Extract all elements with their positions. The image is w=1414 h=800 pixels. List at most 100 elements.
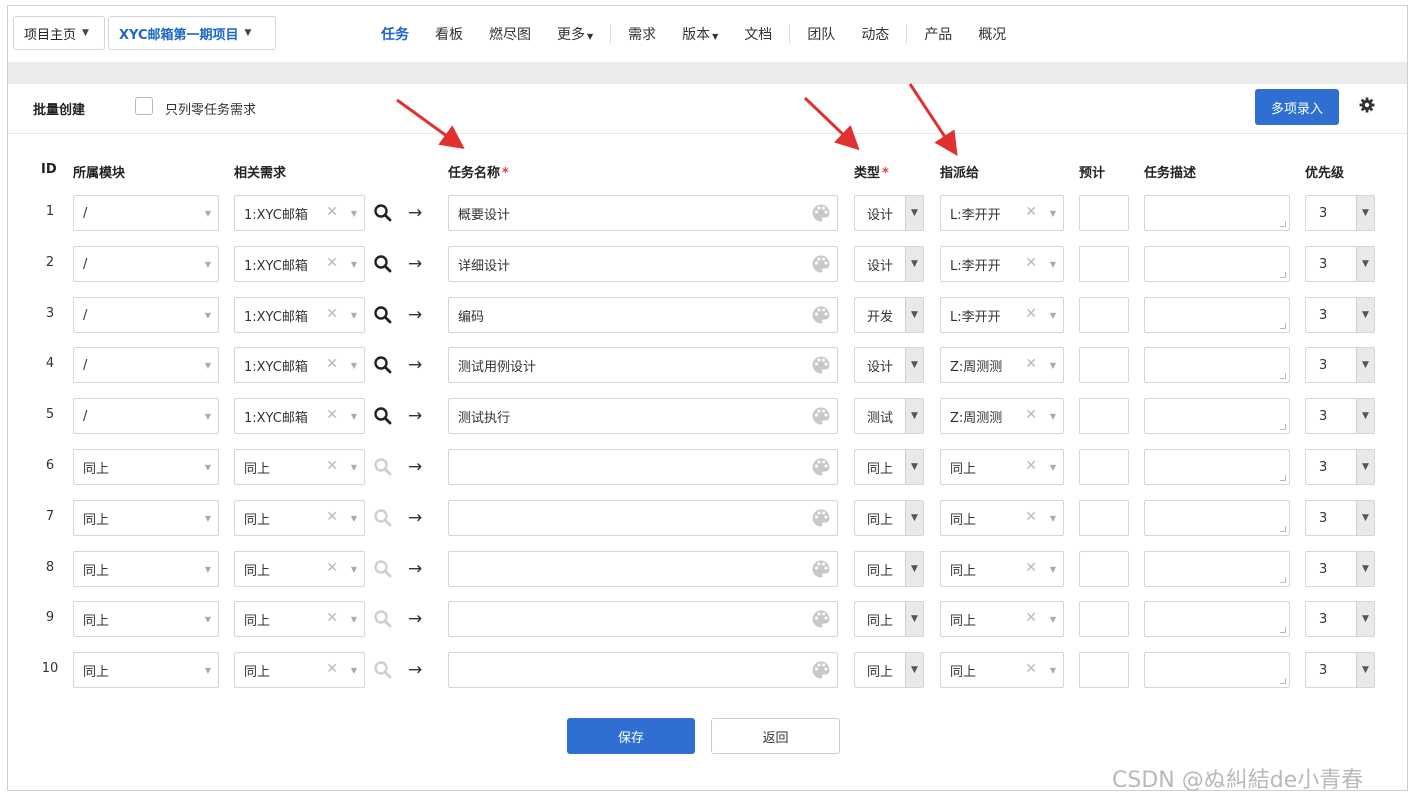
task-name-input[interactable]: [448, 551, 838, 587]
module-select[interactable]: / ▼: [73, 347, 219, 383]
type-select[interactable]: 同上 ▼: [854, 551, 924, 587]
estimate-input[interactable]: [1079, 500, 1129, 536]
copy-to-name-arrow-icon[interactable]: →: [408, 508, 422, 528]
clear-icon[interactable]: ✕: [1025, 610, 1037, 626]
type-select[interactable]: 设计 ▼: [854, 195, 924, 231]
search-icon[interactable]: [373, 254, 393, 274]
clear-icon[interactable]: ✕: [1025, 204, 1037, 220]
assignee-select[interactable]: 同上 ✕ ▼: [940, 601, 1064, 637]
description-textarea[interactable]: [1144, 347, 1290, 383]
resize-handle-icon[interactable]: [1280, 475, 1286, 481]
module-select[interactable]: 同上 ▼: [73, 601, 219, 637]
estimate-input[interactable]: [1079, 297, 1129, 333]
priority-select[interactable]: 3 ▼: [1305, 551, 1375, 587]
module-select[interactable]: 同上 ▼: [73, 652, 219, 688]
clear-icon[interactable]: ✕: [326, 610, 338, 626]
clear-icon[interactable]: ✕: [326, 458, 338, 474]
resize-handle-icon[interactable]: [1280, 627, 1286, 633]
description-textarea[interactable]: [1144, 601, 1290, 637]
nav-item[interactable]: 概况: [978, 24, 1006, 44]
type-select[interactable]: 同上 ▼: [854, 500, 924, 536]
priority-select[interactable]: 3 ▼: [1305, 500, 1375, 536]
search-icon[interactable]: [373, 609, 393, 629]
priority-select[interactable]: 3 ▼: [1305, 601, 1375, 637]
search-icon[interactable]: [373, 660, 393, 680]
resize-handle-icon[interactable]: [1280, 424, 1286, 430]
module-select[interactable]: / ▼: [73, 195, 219, 231]
priority-select[interactable]: 3 ▼: [1305, 347, 1375, 383]
gear-icon[interactable]: [1357, 95, 1377, 115]
estimate-input[interactable]: [1079, 601, 1129, 637]
nav-item[interactable]: 更多 ▼: [557, 24, 593, 44]
estimate-input[interactable]: [1079, 551, 1129, 587]
module-select[interactable]: 同上 ▼: [73, 551, 219, 587]
clear-icon[interactable]: ✕: [326, 661, 338, 677]
resize-handle-icon[interactable]: [1280, 526, 1286, 532]
type-select[interactable]: 同上 ▼: [854, 449, 924, 485]
copy-to-name-arrow-icon[interactable]: →: [408, 355, 422, 375]
color-palette-icon[interactable]: [811, 355, 831, 375]
resize-handle-icon[interactable]: [1280, 323, 1286, 329]
priority-select[interactable]: 3 ▼: [1305, 195, 1375, 231]
task-name-input[interactable]: [448, 601, 838, 637]
type-select[interactable]: 同上 ▼: [854, 601, 924, 637]
nav-item[interactable]: 团队: [807, 24, 835, 44]
copy-to-name-arrow-icon[interactable]: →: [408, 559, 422, 579]
assignee-select[interactable]: 同上 ✕ ▼: [940, 652, 1064, 688]
assignee-select[interactable]: L:李开开 ✕ ▼: [940, 195, 1064, 231]
nav-item[interactable]: 产品: [924, 24, 952, 44]
task-name-input[interactable]: 测试执行: [448, 398, 838, 434]
priority-select[interactable]: 3 ▼: [1305, 652, 1375, 688]
module-select[interactable]: / ▼: [73, 246, 219, 282]
save-button[interactable]: 保存: [567, 718, 695, 754]
search-icon[interactable]: [373, 355, 393, 375]
description-textarea[interactable]: [1144, 551, 1290, 587]
only-zero-task-checkbox[interactable]: [135, 97, 153, 115]
clear-icon[interactable]: ✕: [326, 509, 338, 525]
resize-handle-icon[interactable]: [1280, 272, 1286, 278]
clear-icon[interactable]: ✕: [326, 255, 338, 271]
task-name-input[interactable]: 编码: [448, 297, 838, 333]
color-palette-icon[interactable]: [811, 254, 831, 274]
estimate-input[interactable]: [1079, 398, 1129, 434]
clear-icon[interactable]: ✕: [1025, 255, 1037, 271]
copy-to-name-arrow-icon[interactable]: →: [408, 305, 422, 325]
clear-icon[interactable]: ✕: [326, 204, 338, 220]
estimate-input[interactable]: [1079, 347, 1129, 383]
assignee-select[interactable]: Z:周测测 ✕ ▼: [940, 347, 1064, 383]
search-icon[interactable]: [373, 559, 393, 579]
nav-item[interactable]: 动态: [861, 24, 889, 44]
task-name-input[interactable]: [448, 652, 838, 688]
back-button[interactable]: 返回: [711, 718, 840, 754]
clear-icon[interactable]: ✕: [326, 407, 338, 423]
color-palette-icon[interactable]: [811, 559, 831, 579]
resize-handle-icon[interactable]: [1280, 221, 1286, 227]
nav-item[interactable]: 任务: [381, 24, 409, 44]
color-palette-icon[interactable]: [811, 660, 831, 680]
copy-to-name-arrow-icon[interactable]: →: [408, 203, 422, 223]
breadcrumb-project[interactable]: XYC邮箱第一期项目 ▼: [108, 16, 276, 50]
color-palette-icon[interactable]: [811, 406, 831, 426]
task-name-input[interactable]: 概要设计: [448, 195, 838, 231]
color-palette-icon[interactable]: [811, 508, 831, 528]
story-select[interactable]: 1:XYC邮箱 ✕ ▼: [234, 347, 365, 383]
module-select[interactable]: 同上 ▼: [73, 500, 219, 536]
story-select[interactable]: 同上 ✕ ▼: [234, 449, 365, 485]
story-select[interactable]: 同上 ✕ ▼: [234, 652, 365, 688]
module-select[interactable]: / ▼: [73, 398, 219, 434]
description-textarea[interactable]: [1144, 195, 1290, 231]
task-name-input[interactable]: [448, 449, 838, 485]
assignee-select[interactable]: L:李开开 ✕ ▼: [940, 246, 1064, 282]
color-palette-icon[interactable]: [811, 609, 831, 629]
assignee-select[interactable]: 同上 ✕ ▼: [940, 500, 1064, 536]
search-icon[interactable]: [373, 457, 393, 477]
resize-handle-icon[interactable]: [1280, 577, 1286, 583]
description-textarea[interactable]: [1144, 398, 1290, 434]
nav-item[interactable]: 需求: [628, 24, 656, 44]
module-select[interactable]: / ▼: [73, 297, 219, 333]
story-select[interactable]: 1:XYC邮箱 ✕ ▼: [234, 195, 365, 231]
color-palette-icon[interactable]: [811, 457, 831, 477]
description-textarea[interactable]: [1144, 500, 1290, 536]
clear-icon[interactable]: ✕: [1025, 356, 1037, 372]
priority-select[interactable]: 3 ▼: [1305, 246, 1375, 282]
